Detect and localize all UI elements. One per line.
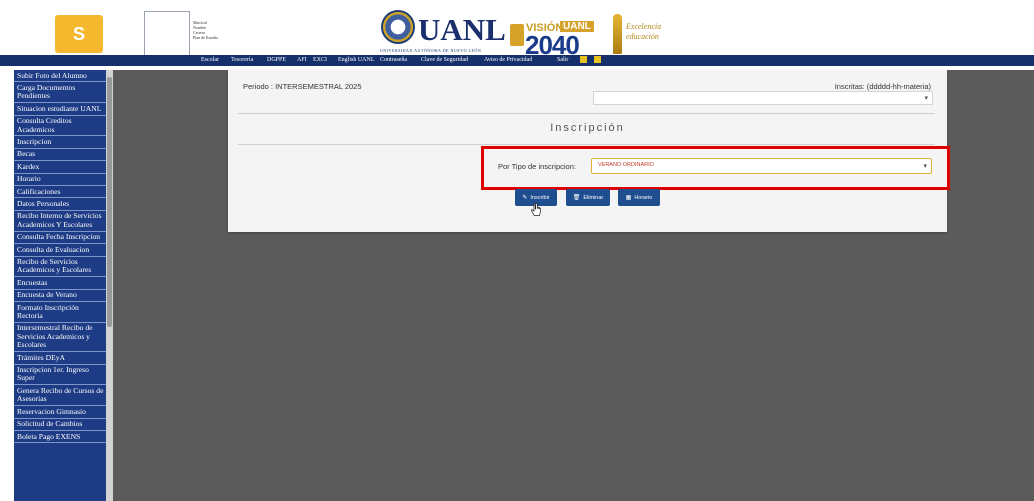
sidebar-item-situacion[interactable]: Situacion estudiante UANL (14, 103, 106, 116)
page-title: Inscripción (550, 122, 625, 134)
app-logo[interactable]: S (55, 15, 103, 53)
eliminar-button[interactable]: 🗑 Eliminar (566, 189, 610, 206)
uanl-subtitle: UNIVERSIDAD AUTÓNOMA DE NUEVO LEÓN (380, 48, 482, 53)
sidebar-item-intersemestral-recibo[interactable]: Intersemestral Recibo de Servicios Acade… (14, 323, 106, 353)
trash-icon: 🗑 (572, 194, 581, 201)
sidebar-item-creditos[interactable]: Consulta Creditos Academicos (14, 116, 106, 137)
uanl-seal-logo (381, 10, 415, 44)
calendar-icon: ▦ (625, 194, 632, 201)
sidebar-item-exens[interactable]: Boleta Pago EXENS (14, 431, 106, 444)
nav-contrasena[interactable]: Contraseña (380, 56, 407, 64)
sidebar-item-datos-personales[interactable]: Datos Personales (14, 198, 106, 211)
inscribir-button-label: Inscribir (530, 194, 550, 201)
sidebar-item-horario[interactable]: Horario (14, 174, 106, 187)
nav-afi[interactable]: AFI (297, 56, 307, 64)
nav-aviso-privacidad[interactable]: Aviso de Privacidad (484, 56, 532, 64)
nav-clave-seguridad[interactable]: Clave de Seguridad (421, 56, 468, 64)
inscritas-label: Inscritas: (ddddd-hh-materia) (834, 82, 931, 91)
sidebar-item-kardex[interactable]: Kardex (14, 161, 106, 174)
sidebar-item-primer-ingreso[interactable]: Inscripcion 1er. Ingreso Super (14, 365, 106, 386)
sidebar-item-inscripcion[interactable]: Inscripcion (14, 136, 106, 149)
pencil-icon: ✎ (522, 194, 528, 201)
nav-exci[interactable]: EXCI (313, 56, 327, 64)
sidebar-item-fecha-inscripcion[interactable]: Consulta Fecha Inscripcion (14, 232, 106, 245)
periodo-label: Periodo : INTERSEMESTRAL 2025 (243, 82, 362, 91)
student-info: Matrícul Nombre Carrera Plan de Estudio (193, 20, 218, 40)
excellence-line-2: educación (626, 32, 659, 41)
sidebar-item-evaluacion[interactable]: Consulta de Evaluacion (14, 244, 106, 257)
nav-tesoreria[interactable]: Tesorería (231, 56, 253, 64)
sidebar-item-formato-rectoria[interactable]: Formato Inscripción Rectoria (14, 302, 106, 323)
sidebar-item-tramites[interactable]: Trámites DEyA (14, 352, 106, 365)
horario-button-label: Horario (634, 194, 653, 201)
torch-icon (613, 14, 622, 54)
sidebar-item-asesorias[interactable]: Genera Recibo de Cursos de Asesorias (14, 385, 106, 407)
highlight-box (481, 146, 950, 190)
student-info-plan: Plan de Estudio (193, 35, 219, 40)
sidebar-item-becas[interactable]: Becas (14, 149, 106, 162)
social-icon[interactable] (594, 56, 601, 63)
sidebar-item-cambios[interactable]: Solicitud de Cambios (14, 419, 106, 431)
sidebar-scrollbar-thumb[interactable] (107, 77, 112, 327)
hand-cursor-icon (530, 203, 541, 216)
divider (238, 144, 935, 145)
sidebar-item-encuesta-verano[interactable]: Encuesta de Verano (14, 290, 106, 303)
social-icon[interactable] (580, 56, 587, 63)
eliminar-button-label: Eliminar (583, 194, 604, 201)
sidebar-menu: Subir Foto del Alumno Carga Documentos P… (14, 70, 106, 501)
excellence-logo: Excelencia educación (626, 22, 661, 42)
nav-dgppe[interactable]: DGPPE (267, 56, 286, 64)
nav-salir[interactable]: Salir (557, 56, 568, 64)
vision-emblem-icon (510, 24, 524, 46)
nav-english-uanl[interactable]: English UANL (338, 56, 375, 64)
sidebar-item-carga-documentos[interactable]: Carga Documentos Pendientes (14, 82, 106, 104)
excellence-line-1: Excelencia (626, 22, 662, 31)
horario-button[interactable]: ▦ Horario (618, 189, 660, 206)
divider (238, 113, 935, 114)
sidebar-item-gimnasio[interactable]: Reservacion Gimnasio (14, 406, 106, 419)
sidebar-item-encuestas[interactable]: Encuestas (14, 277, 106, 290)
sidebar-item-calificaciones[interactable]: Calificaciones (14, 186, 106, 199)
nav-escolar[interactable]: Escolar (201, 56, 219, 64)
sidebar-item-subir-foto[interactable]: Subir Foto del Alumno (14, 70, 106, 83)
sidebar-item-recibo-servicios[interactable]: Recibo de Servicios Academicos y Escolar… (14, 257, 106, 278)
sidebar-item-recibo-interno[interactable]: Recibo Interno de Servicios Academicos Y… (14, 211, 106, 232)
inscritas-select[interactable]: ▾ (593, 91, 933, 105)
uanl-title: UANL (418, 12, 506, 47)
chevron-down-icon: ▾ (924, 94, 928, 102)
